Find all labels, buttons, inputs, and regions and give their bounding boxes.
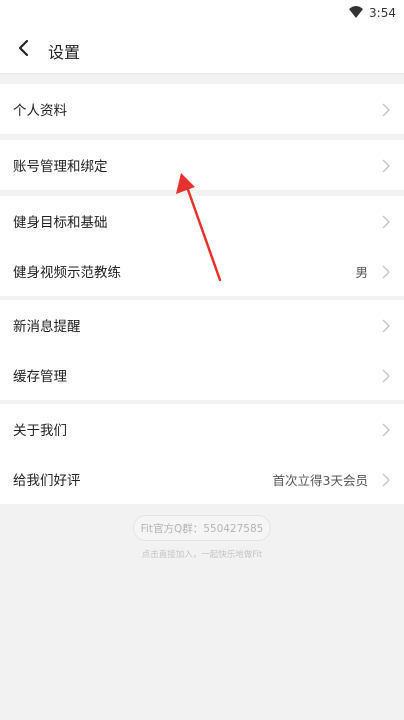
settings-item-label: 给我们好评 bbox=[13, 473, 81, 489]
settings-item-value: 首次立得3天会员 bbox=[272, 472, 368, 488]
qq-group-button[interactable]: Fit官方Q群：550427585 bbox=[133, 515, 271, 541]
settings-item-notifications[interactable]: 新消息提醒 bbox=[0, 300, 404, 350]
chevron-right-icon bbox=[380, 368, 392, 383]
settings-item-label: 健身视频示范教练 bbox=[13, 265, 121, 281]
qq-group-label: Fit官方Q群：550427585 bbox=[140, 522, 264, 535]
annotation-arrow-icon bbox=[176, 173, 222, 282]
chevron-right-icon bbox=[380, 102, 392, 117]
chevron-right-icon bbox=[380, 214, 392, 229]
qq-group-hint: 点击直接加入，一起快乐地做Fit bbox=[141, 550, 263, 560]
settings-item-label: 缓存管理 bbox=[13, 369, 67, 385]
settings-group-profile: 个人资料 bbox=[0, 84, 404, 134]
top-app-bar: 设置 bbox=[0, 26, 404, 74]
chevron-right-icon bbox=[380, 264, 392, 279]
page-title: 设置 bbox=[48, 43, 81, 62]
chevron-right-icon bbox=[380, 318, 392, 333]
settings-item-rate-us[interactable]: 给我们好评 首次立得3天会员 bbox=[0, 454, 404, 504]
settings-item-value: 男 bbox=[355, 264, 368, 280]
settings-item-label: 账号管理和绑定 bbox=[13, 159, 108, 175]
settings-item-about-us[interactable]: 关于我们 bbox=[0, 404, 404, 454]
status-time: 3:54 bbox=[369, 6, 396, 20]
settings-item-cache[interactable]: 缓存管理 bbox=[0, 350, 404, 400]
settings-group-about: 关于我们 给我们好评 首次立得3天会员 bbox=[0, 404, 404, 504]
back-button[interactable] bbox=[8, 35, 38, 65]
settings-item-label: 关于我们 bbox=[13, 423, 67, 439]
status-indicators: 3:54 bbox=[349, 4, 396, 22]
chevron-right-icon bbox=[380, 472, 392, 487]
status-bar: 3:54 bbox=[0, 0, 404, 26]
settings-item-label: 健身目标和基础 bbox=[13, 215, 108, 231]
chevron-right-icon bbox=[380, 158, 392, 173]
settings-item-label: 新消息提醒 bbox=[13, 319, 81, 335]
settings-item-profile[interactable]: 个人资料 bbox=[0, 84, 404, 134]
settings-group-app: 新消息提醒 缓存管理 bbox=[0, 300, 404, 400]
back-arrow-icon bbox=[17, 39, 29, 61]
settings-item-label: 个人资料 bbox=[13, 103, 67, 119]
wifi-icon bbox=[349, 5, 364, 21]
chevron-right-icon bbox=[380, 422, 392, 437]
